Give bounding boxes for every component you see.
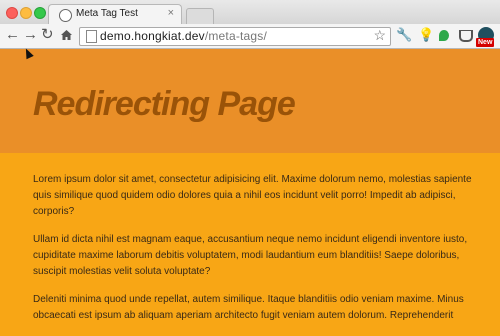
address-bar[interactable]: demo.hongkiat.dev/meta-tags/ ☆ [79,27,391,46]
home-icon[interactable] [60,28,73,46]
page-title: Redirecting Page [33,85,296,123]
page-favicon-icon [59,9,72,22]
reload-icon[interactable]: ↻ [41,26,54,44]
minimize-window-button[interactable] [20,7,32,19]
browser-titlebar: Meta Tag Test × [0,0,500,25]
tab-meta-tag-test[interactable]: Meta Tag Test × [48,4,182,25]
close-window-button[interactable] [6,7,18,19]
extension-new-badge: New [476,38,495,47]
forward-icon[interactable]: → [23,26,38,44]
new-tab-button[interactable] [186,8,214,24]
tab-title: Meta Tag Test [76,8,138,19]
paragraph-1: Lorem ipsum dolor sit amet, consectetur … [33,174,472,217]
browser-toolbar: ← → ↻ demo.hongkiat.dev/meta-tags/ ☆ 🔧 💡… [0,24,500,49]
paragraph-3: Deleniti minima quod unde repellat, aute… [33,294,464,321]
bookmark-star-icon[interactable]: ☆ [373,27,386,44]
pocket-icon[interactable] [459,30,473,42]
maximize-window-button[interactable] [34,7,46,19]
url-text[interactable]: demo.hongkiat.dev/meta-tags/ [100,29,267,43]
evernote-icon[interactable] [439,30,449,41]
page-content: Lorem ipsum dolor sit amet, consectetur … [33,172,483,336]
tab-close-icon[interactable]: × [168,7,174,19]
back-icon[interactable]: ← [5,26,20,44]
page-icon [86,30,97,43]
paragraph-2: Ullam id dicta nihil est magnam eaque, a… [33,234,468,277]
wrench-icon[interactable]: 🔧 [396,27,412,43]
lightbulb-icon[interactable]: 💡 [418,27,434,43]
